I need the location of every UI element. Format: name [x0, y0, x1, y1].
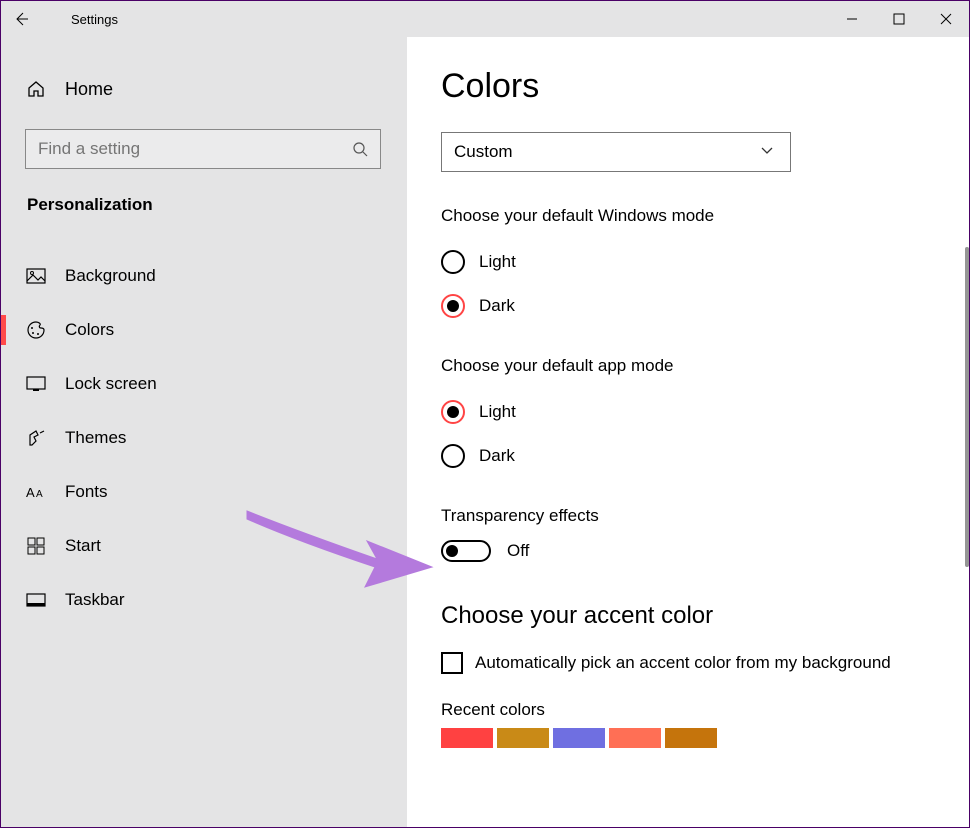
- home-icon: [25, 79, 47, 99]
- sidebar-item-lockscreen[interactable]: Lock screen: [1, 357, 407, 411]
- radio-icon: [441, 250, 465, 274]
- color-swatch[interactable]: [609, 728, 661, 748]
- app-mode-group: Light Dark: [441, 390, 935, 478]
- app-mode-label: Choose your default app mode: [441, 356, 935, 376]
- sidebar-item-label: Background: [65, 266, 156, 286]
- windows-mode-label: Choose your default Windows mode: [441, 206, 935, 226]
- toggle-knob: [446, 545, 458, 557]
- sidebar-item-themes[interactable]: Themes: [1, 411, 407, 465]
- home-button[interactable]: Home: [1, 67, 407, 111]
- window-title: Settings: [71, 12, 118, 27]
- close-icon: [940, 13, 952, 25]
- content: Colors Custom Choose your default Window…: [407, 37, 969, 827]
- section-title: Personalization: [1, 177, 407, 221]
- windows-mode-light[interactable]: Light: [441, 240, 935, 284]
- maximize-button[interactable]: [875, 1, 922, 37]
- scrollbar[interactable]: [963, 247, 969, 817]
- titlebar: Settings: [1, 1, 969, 37]
- sidebar: Home Personalization Background: [1, 37, 407, 827]
- radio-label: Light: [479, 402, 516, 422]
- color-swatch[interactable]: [553, 728, 605, 748]
- back-arrow-icon: [12, 10, 30, 28]
- lockscreen-icon: [25, 376, 47, 392]
- sidebar-item-background[interactable]: Background: [1, 249, 407, 303]
- minimize-icon: [846, 13, 858, 25]
- search-wrap: [25, 129, 383, 169]
- start-icon: [25, 537, 47, 555]
- search-icon: [340, 141, 380, 157]
- transparency-toggle[interactable]: [441, 540, 491, 562]
- transparency-toggle-row: Off: [441, 540, 935, 562]
- color-mode-dropdown[interactable]: Custom: [441, 132, 791, 172]
- app-mode-dark[interactable]: Dark: [441, 434, 935, 478]
- radio-icon: [441, 294, 465, 318]
- svg-text:A: A: [36, 489, 43, 500]
- nav-list: Background Colors Lock screen Themes AA …: [1, 249, 407, 627]
- settings-window: Settings Home: [0, 0, 970, 828]
- radio-label: Dark: [479, 296, 515, 316]
- sidebar-item-taskbar[interactable]: Taskbar: [1, 573, 407, 627]
- windows-mode-group: Light Dark: [441, 240, 935, 328]
- sidebar-item-label: Start: [65, 536, 101, 556]
- accent-heading: Choose your accent color: [441, 602, 935, 630]
- sidebar-item-label: Themes: [65, 428, 126, 448]
- auto-accent-checkbox-row[interactable]: Automatically pick an accent color from …: [441, 652, 935, 674]
- home-label: Home: [65, 79, 113, 100]
- sidebar-item-label: Fonts: [65, 482, 108, 502]
- color-swatch[interactable]: [441, 728, 493, 748]
- colors-icon: [25, 320, 47, 340]
- sidebar-item-label: Colors: [65, 320, 114, 340]
- transparency-label: Transparency effects: [441, 506, 935, 526]
- fonts-icon: AA: [25, 484, 47, 500]
- auto-accent-label: Automatically pick an accent color from …: [475, 653, 891, 673]
- radio-label: Dark: [479, 446, 515, 466]
- themes-icon: [25, 429, 47, 447]
- search-input[interactable]: [38, 139, 340, 159]
- sidebar-item-colors[interactable]: Colors: [1, 303, 407, 357]
- svg-text:A: A: [26, 485, 35, 500]
- back-button[interactable]: [1, 1, 41, 37]
- sidebar-item-label: Lock screen: [65, 374, 157, 394]
- color-swatch[interactable]: [497, 728, 549, 748]
- transparency-state: Off: [507, 541, 529, 561]
- color-swatch[interactable]: [665, 728, 717, 748]
- checkbox-icon: [441, 652, 463, 674]
- radio-icon: [441, 444, 465, 468]
- window-controls: [828, 1, 969, 37]
- minimize-button[interactable]: [828, 1, 875, 37]
- sidebar-item-label: Taskbar: [65, 590, 125, 610]
- sidebar-item-fonts[interactable]: AA Fonts: [1, 465, 407, 519]
- scrollbar-thumb[interactable]: [965, 247, 969, 567]
- search-box[interactable]: [25, 129, 381, 169]
- content-inner: Colors Custom Choose your default Window…: [407, 37, 969, 778]
- taskbar-icon: [25, 593, 47, 607]
- background-icon: [25, 268, 47, 284]
- maximize-icon: [893, 13, 905, 25]
- radio-icon: [441, 400, 465, 424]
- body: Home Personalization Background: [1, 37, 969, 827]
- chevron-down-icon: [760, 143, 778, 161]
- radio-label: Light: [479, 252, 516, 272]
- windows-mode-dark[interactable]: Dark: [441, 284, 935, 328]
- recent-colors-label: Recent colors: [441, 700, 935, 720]
- page-title: Colors: [441, 67, 935, 106]
- sidebar-item-start[interactable]: Start: [1, 519, 407, 573]
- app-mode-light[interactable]: Light: [441, 390, 935, 434]
- recent-colors: [441, 728, 935, 748]
- dropdown-value: Custom: [454, 142, 760, 162]
- close-button[interactable]: [922, 1, 969, 37]
